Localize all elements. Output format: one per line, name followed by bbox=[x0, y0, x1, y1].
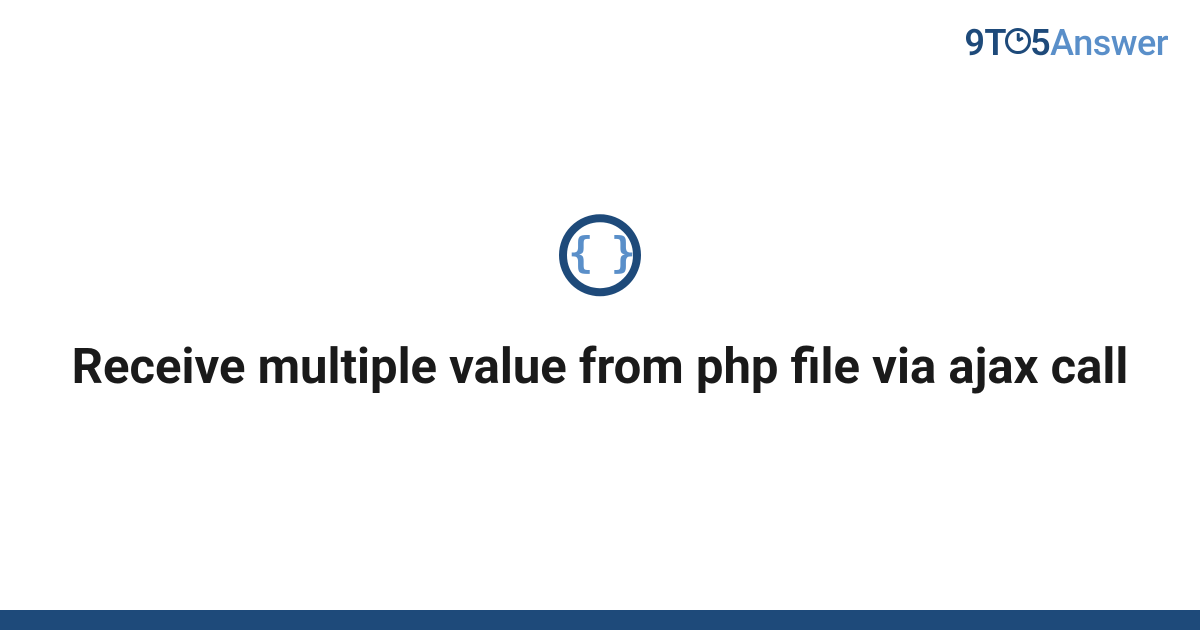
braces-glyph: { } bbox=[568, 232, 632, 274]
page-title: Receive multiple value from php file via… bbox=[0, 336, 1200, 397]
logo-text-5: 5 bbox=[1030, 22, 1050, 64]
logo-text-9t: 9T bbox=[964, 22, 1006, 64]
code-icon-wrap: { } bbox=[559, 214, 641, 296]
footer-bar bbox=[0, 610, 1200, 630]
code-braces-icon: { } bbox=[559, 214, 641, 296]
clock-icon bbox=[1005, 21, 1031, 63]
logo-text-answer: Answer bbox=[1050, 22, 1168, 64]
site-logo: 9T 5Answer bbox=[964, 22, 1168, 66]
main-content: { } Receive multiple value from php file… bbox=[0, 214, 1200, 397]
